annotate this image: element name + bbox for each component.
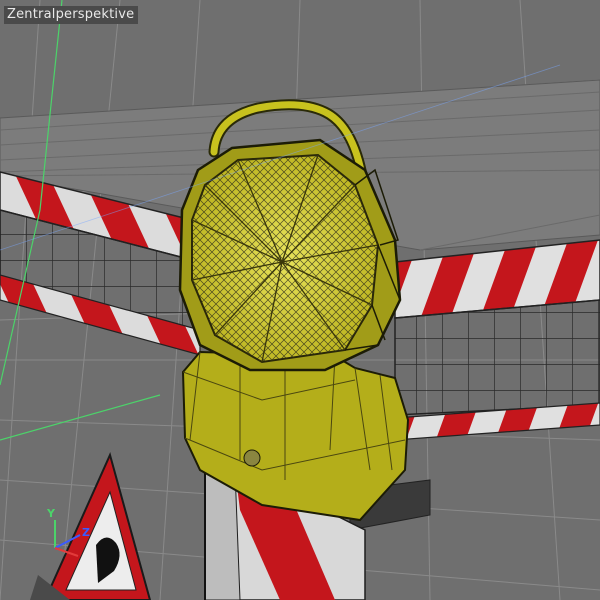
viewport-view-label[interactable]: Zentralperspektive	[4, 6, 139, 24]
viewport-scene[interactable]: Y Z	[0, 0, 600, 600]
3d-viewport[interactable]: Y Z Zentralperspektive	[0, 0, 600, 600]
axis-label-z: Z	[82, 526, 90, 539]
axis-label-y: Y	[46, 507, 56, 520]
warning-light-head[interactable]	[178, 138, 402, 372]
barrier-mesh-right	[394, 299, 600, 416]
light-screw	[243, 449, 261, 467]
